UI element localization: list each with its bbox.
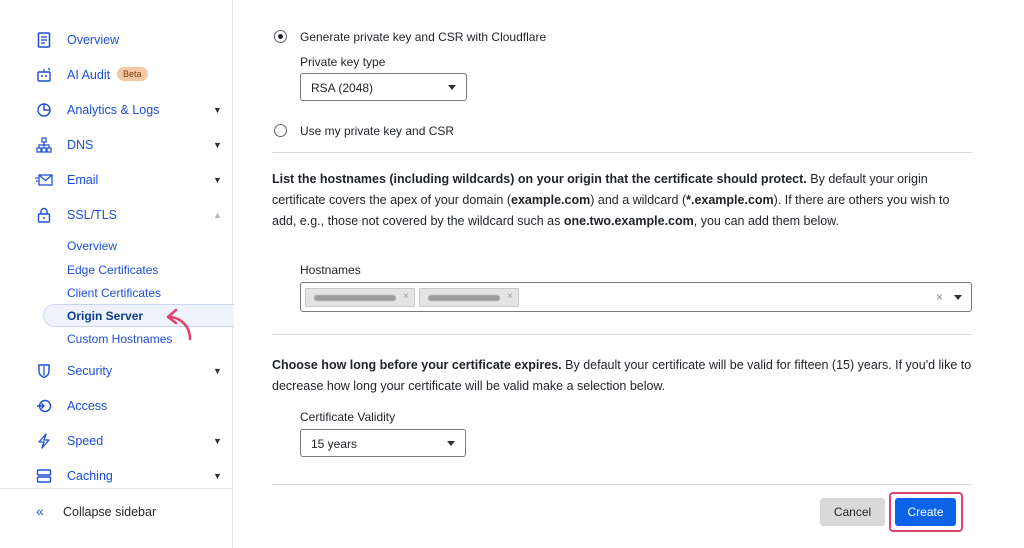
certificate-validity-select[interactable]: 15 years [300, 429, 466, 457]
lock-icon [35, 206, 53, 224]
lightning-icon [35, 432, 53, 450]
sidebar-item-label: Access [67, 399, 108, 413]
sidebar-item-analytics[interactable]: Analytics & Logs ▼ [0, 93, 233, 127]
remove-chip-icon[interactable]: × [403, 291, 409, 302]
hostname-chip: × [419, 288, 519, 307]
hostnames-input[interactable]: × × × [300, 282, 972, 312]
chevron-down-icon: ▼ [213, 471, 222, 481]
sidebar-item-label: AI Audit [67, 68, 111, 82]
main-content: Generate private key and CSR with Cloudf… [234, 0, 1024, 548]
ssl-subitem-origin-server[interactable]: Origin Server [43, 304, 234, 327]
sidebar-item-label: Email [67, 173, 99, 187]
ssl-subitem-label: Origin Server [67, 309, 144, 323]
sidebar-item-dns[interactable]: DNS ▼ [0, 128, 233, 162]
sidebar-item-label: DNS [67, 138, 94, 152]
sidebar-item-security[interactable]: Security ▼ [0, 354, 233, 388]
sidebar-item-label: Overview [67, 33, 120, 47]
remove-chip-icon[interactable]: × [507, 291, 513, 302]
hostnames-description-bold: List the hostnames (including wildcards)… [272, 172, 807, 186]
chevron-down-icon: ▼ [213, 436, 222, 446]
sidebar-item-ssl-tls[interactable]: SSL/TLS ▲ [0, 198, 233, 232]
sidebar-item-label: Analytics & Logs [67, 103, 160, 117]
annotation-arrow-icon [166, 308, 192, 341]
sidebar-item-email[interactable]: Email ▼ [0, 163, 233, 197]
sidebar: Overview AI Audit Beta Analytics & Logs … [0, 0, 234, 548]
validity-description-bold: Choose how long before your certificate … [272, 358, 562, 372]
double-chevron-left-icon: « [36, 503, 44, 519]
chevron-down-icon[interactable] [954, 295, 962, 300]
sidebar-item-label: Caching [67, 469, 113, 483]
beta-badge: Beta [117, 67, 148, 81]
radio-own-key-label: Use my private key and CSR [300, 124, 455, 138]
collapse-sidebar-button[interactable]: « Collapse sidebar [0, 488, 233, 536]
sidebar-item-label: Speed [67, 434, 104, 448]
shield-icon [35, 362, 53, 380]
validity-description: Choose how long before your certificate … [272, 355, 972, 397]
radio-generate-key-label: Generate private key and CSR with Cloudf… [300, 30, 547, 44]
robot-icon [35, 66, 53, 84]
private-key-type-label: Private key type [300, 55, 386, 69]
email-icon [35, 171, 53, 189]
chevron-down-icon: ▼ [213, 140, 222, 150]
ssl-subitem-client-certificates[interactable]: Client Certificates [67, 286, 161, 300]
private-key-type-select[interactable]: RSA (2048) [300, 73, 467, 101]
collapse-sidebar-label: Collapse sidebar [63, 505, 157, 519]
chevron-down-icon: ▼ [213, 366, 222, 376]
server-icon [35, 467, 53, 485]
bold-text: example.com [511, 193, 591, 207]
document-icon [35, 31, 53, 49]
hostnames-description: List the hostnames (including wildcards)… [272, 169, 972, 232]
create-button[interactable]: Create [895, 498, 956, 526]
bold-text: *.example.com [686, 193, 774, 207]
access-icon [35, 397, 53, 415]
hostname-chip: × [305, 288, 415, 307]
sidebar-item-speed[interactable]: Speed ▼ [0, 424, 233, 458]
text: ) and a wildcard ( [590, 193, 687, 207]
clear-icon[interactable]: × [936, 290, 943, 304]
chevron-down-icon: ▼ [213, 105, 222, 115]
text: , you can add them below. [693, 214, 839, 228]
divider [272, 152, 972, 153]
radio-own-key[interactable] [274, 124, 287, 137]
ssl-subitem-custom-hostnames[interactable]: Custom Hostnames [67, 332, 172, 346]
ssl-subitem-edge-certificates[interactable]: Edge Certificates [67, 263, 158, 277]
sidebar-item-label: SSL/TLS [67, 208, 118, 222]
chevron-down-icon: ▼ [213, 175, 222, 185]
private-key-type-value: RSA (2048) [311, 81, 374, 95]
sidebar-item-access[interactable]: Access [0, 389, 233, 423]
sidebar-item-overview[interactable]: Overview [0, 23, 233, 57]
chevron-up-icon: ▲ [213, 210, 222, 220]
bold-text: one.two.example.com [563, 214, 694, 228]
redacted-hostname [428, 295, 500, 301]
pie-chart-icon [35, 101, 53, 119]
chevron-down-icon [447, 441, 455, 446]
certificate-validity-label: Certificate Validity [300, 410, 396, 424]
network-icon [35, 136, 53, 154]
radio-generate-key[interactable] [274, 30, 287, 43]
sidebar-item-ai-audit[interactable]: AI Audit Beta [0, 58, 233, 92]
certificate-validity-value: 15 years [311, 437, 358, 451]
ssl-subitem-overview[interactable]: Overview [67, 239, 117, 253]
redacted-hostname [314, 295, 396, 301]
hostnames-label: Hostnames [300, 263, 361, 277]
divider [272, 484, 972, 485]
cancel-button[interactable]: Cancel [820, 498, 885, 526]
chevron-down-icon [448, 85, 456, 90]
divider [272, 334, 972, 335]
sidebar-item-label: Security [67, 364, 113, 378]
